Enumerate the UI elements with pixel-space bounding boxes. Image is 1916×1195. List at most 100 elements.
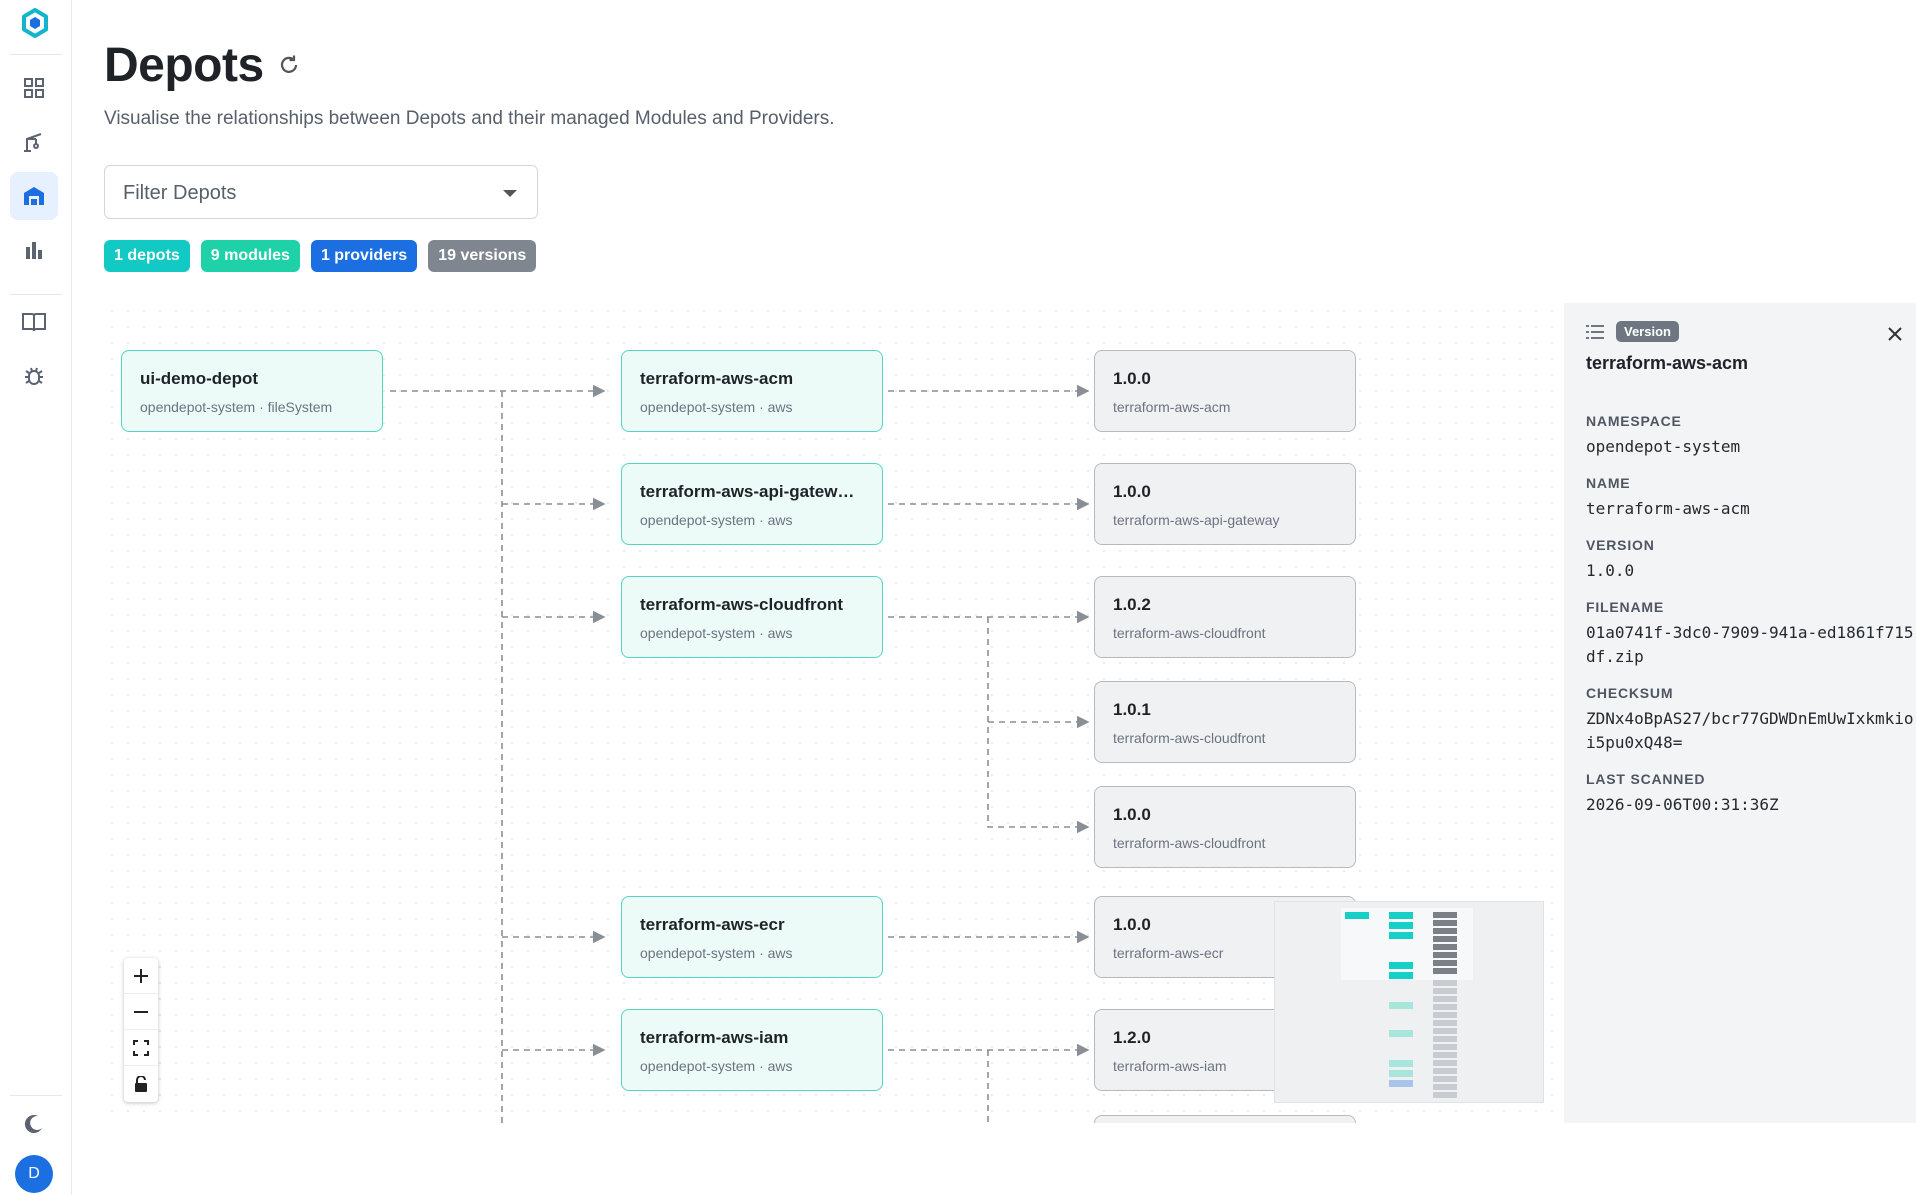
field-checksum: CHECKSUM ZDNx4oBpAS27/bcr77GDWDnEmUwIxkm…	[1586, 685, 1916, 755]
node-title: 1.0.0	[1113, 482, 1151, 501]
field-name: NAME terraform-aws-acm	[1586, 475, 1916, 521]
node-title: terraform-aws-cloudfront	[640, 595, 844, 614]
field-label: VERSION	[1586, 537, 1655, 553]
panel-type-badge: Version	[1616, 321, 1679, 342]
version-node[interactable]: 1.0.0 terraform-aws-cloudfront	[1094, 786, 1356, 868]
module-node[interactable]: terraform-aws-iam opendepot-system · aws	[621, 1009, 883, 1091]
node-subtitle: opendepot-system · aws	[640, 625, 793, 641]
field-namespace: NAMESPACE opendepot-system	[1586, 413, 1916, 459]
field-filename: FILENAME 01a0741f-3dc0-7909-941a-ed1861f…	[1586, 599, 1916, 669]
crane-icon	[24, 133, 42, 152]
sidebar-item-debug[interactable]	[10, 352, 58, 400]
module-node[interactable]: terraform-aws-acm opendepot-system · aws	[621, 350, 883, 432]
app-root: D Depots Visualise the relationships bet…	[0, 0, 1916, 1195]
field-value: 1.0.0	[1586, 561, 1635, 580]
field-value: opendepot-system	[1586, 437, 1741, 456]
avatar[interactable]: D	[15, 1155, 53, 1193]
field-label: NAME	[1586, 475, 1631, 491]
sidebar-item-dashboard[interactable]	[10, 64, 58, 112]
filter-placeholder: Filter Depots	[123, 182, 237, 204]
app-logo[interactable]	[20, 8, 50, 38]
count-badges: 1 depots 9 modules 1 providers 19 versio…	[104, 240, 537, 272]
node-subtitle: terraform-aws-acm	[1113, 399, 1231, 415]
node-subtitle: opendepot-system · aws	[640, 1058, 793, 1074]
field-label: FILENAME	[1586, 599, 1664, 615]
filter-depots-select[interactable]: Filter Depots	[104, 165, 538, 219]
field-value: 2026-09-06T00:31:36Z	[1586, 795, 1779, 814]
chevron-down-icon	[503, 190, 517, 197]
version-node[interactable]: 1.0.0 terraform-aws-acm	[1094, 350, 1356, 432]
module-node[interactable]: terraform-aws-ecr opendepot-system · aws	[621, 896, 883, 978]
sidebar-item-builds[interactable]	[10, 118, 58, 166]
node-title: 1.0.1	[1113, 700, 1151, 719]
page-subtitle: Visualise the relationships between Depo…	[104, 108, 835, 129]
modules-count-badge: 9 modules	[200, 240, 300, 272]
node-subtitle: opendepot-system · aws	[640, 945, 793, 961]
version-node[interactable]	[1094, 1115, 1356, 1123]
zoom-in-button[interactable]	[124, 958, 158, 994]
field-value: terraform-aws-acm	[1586, 499, 1750, 518]
page-title: Depots	[104, 39, 264, 92]
bug-icon	[25, 367, 43, 385]
zoom-out-button[interactable]	[124, 994, 158, 1030]
refresh-icon	[280, 55, 298, 73]
field-last-scanned: LAST SCANNED 2026-09-06T00:31:36Z	[1586, 771, 1916, 817]
field-label: NAMESPACE	[1586, 413, 1682, 429]
node-subtitle: terraform-aws-cloudfront	[1113, 625, 1266, 641]
panel-fields: NAMESPACE opendepot-system NAME terrafor…	[1586, 413, 1916, 833]
fit-view-button[interactable]	[124, 1030, 158, 1066]
version-node[interactable]: 1.0.0 terraform-aws-api-gateway	[1094, 463, 1356, 545]
node-subtitle: terraform-aws-cloudfront	[1113, 730, 1266, 746]
module-node[interactable]: terraform-aws-api-gatew… opendepot-syste…	[621, 463, 883, 545]
field-value: 01a0741f-3dc0-7909-941a-ed1861f715df.zip	[1586, 623, 1914, 666]
node-subtitle: terraform-aws-cloudfront	[1113, 835, 1266, 851]
version-node[interactable]: 1.0.1 terraform-aws-cloudfront	[1094, 681, 1356, 763]
bar-chart-icon	[26, 242, 42, 259]
warehouse-icon	[24, 187, 44, 205]
grid-icon	[24, 78, 44, 98]
minimap[interactable]	[1274, 901, 1544, 1103]
close-icon	[1888, 327, 1902, 341]
node-subtitle: opendepot-system · aws	[640, 512, 793, 528]
fit-view-icon	[133, 1039, 149, 1056]
sidebar-divider	[10, 1095, 62, 1096]
sidebar-item-docs[interactable]	[10, 298, 58, 346]
module-node[interactable]: terraform-aws-cloudfront opendepot-syste…	[621, 576, 883, 658]
node-title: 1.0.2	[1113, 595, 1151, 614]
node-title: ui-demo-depot	[140, 369, 259, 388]
sidebar-item-analytics[interactable]	[10, 226, 58, 274]
plus-icon	[134, 968, 148, 983]
close-button[interactable]	[1884, 323, 1906, 345]
graph-canvas[interactable]: ui-demo-depot opendepot-system · fileSys…	[104, 303, 1564, 1123]
theme-toggle[interactable]	[10, 1100, 58, 1148]
node-title: terraform-aws-acm	[640, 369, 794, 388]
lock-icon	[135, 1076, 147, 1092]
list-icon	[1586, 324, 1604, 339]
field-value: ZDNx4oBpAS27/bcr77GDWDnEmUwIxkmkioi5pu0x…	[1586, 709, 1914, 752]
node-title: terraform-aws-ecr	[640, 915, 785, 934]
sidebar-divider	[10, 294, 62, 295]
moon-icon	[24, 1115, 42, 1134]
panel-header: Version	[1586, 321, 1679, 342]
book-icon	[22, 313, 46, 332]
node-subtitle: opendepot-system · aws	[640, 399, 793, 415]
minimap-canvas	[1341, 908, 1473, 1098]
node-subtitle: opendepot-system · fileSystem	[140, 399, 333, 415]
zoom-controls	[124, 958, 158, 1102]
version-node[interactable]: 1.0.2 terraform-aws-cloudfront	[1094, 576, 1356, 658]
node-title: 1.0.0	[1113, 369, 1151, 388]
node-title: 1.0.0	[1113, 805, 1151, 824]
detail-panel: Version terraform-aws-acm NAMESPACE open…	[1564, 303, 1916, 1123]
field-label: CHECKSUM	[1586, 685, 1674, 701]
minus-icon	[134, 1010, 148, 1013]
sidebar-item-depots[interactable]	[10, 172, 58, 220]
depot-node[interactable]: ui-demo-depot opendepot-system · fileSys…	[121, 350, 383, 432]
depots-count-badge: 1 depots	[104, 240, 190, 272]
field-label: LAST SCANNED	[1586, 771, 1706, 787]
node-title: terraform-aws-api-gatew…	[640, 482, 855, 501]
lock-button[interactable]	[124, 1066, 158, 1102]
sidebar-divider	[10, 54, 62, 55]
field-version: VERSION 1.0.0	[1586, 537, 1916, 583]
refresh-button[interactable]	[276, 52, 302, 78]
providers-count-badge: 1 providers	[310, 240, 418, 272]
